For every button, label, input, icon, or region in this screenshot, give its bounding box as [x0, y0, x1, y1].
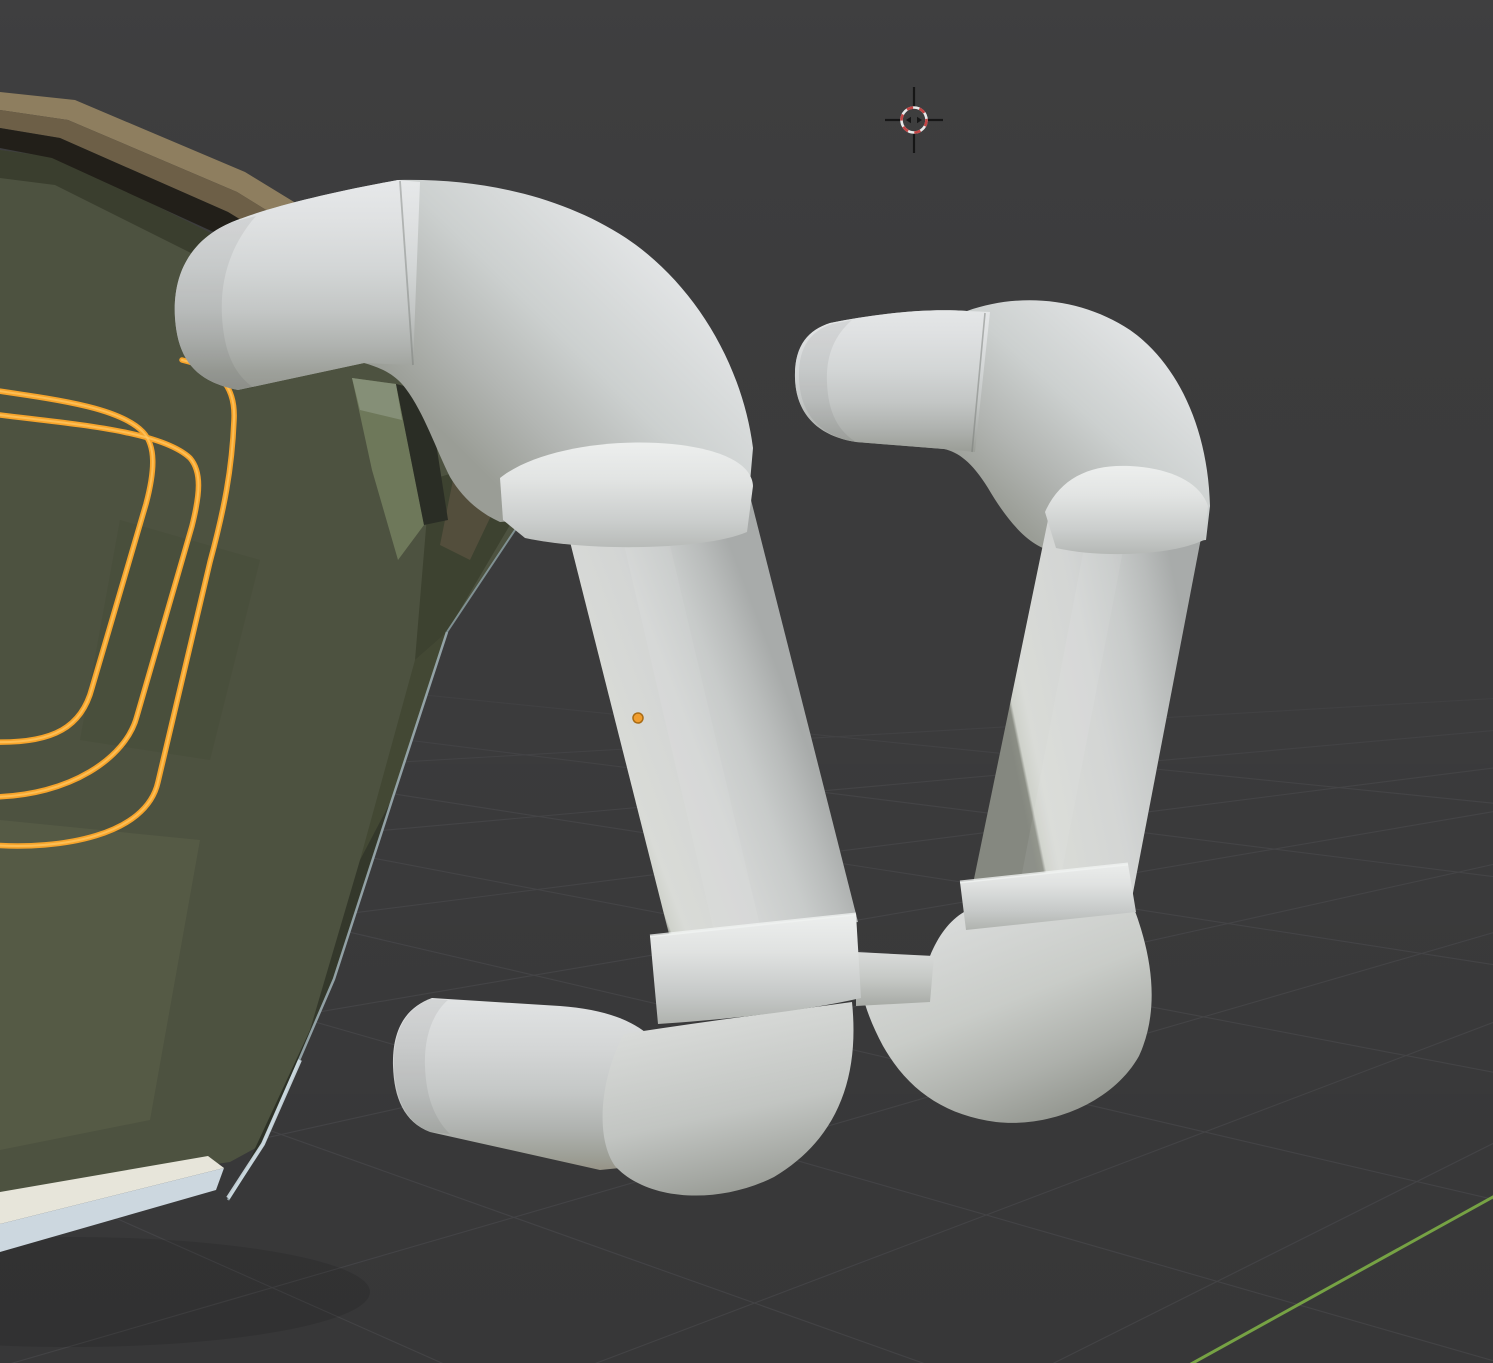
large-pipe-top-collar — [500, 442, 753, 547]
viewport-3d[interactable] — [0, 0, 1493, 1363]
small-pipe-end-stub — [856, 952, 934, 1006]
object-origin-dot — [633, 713, 643, 723]
